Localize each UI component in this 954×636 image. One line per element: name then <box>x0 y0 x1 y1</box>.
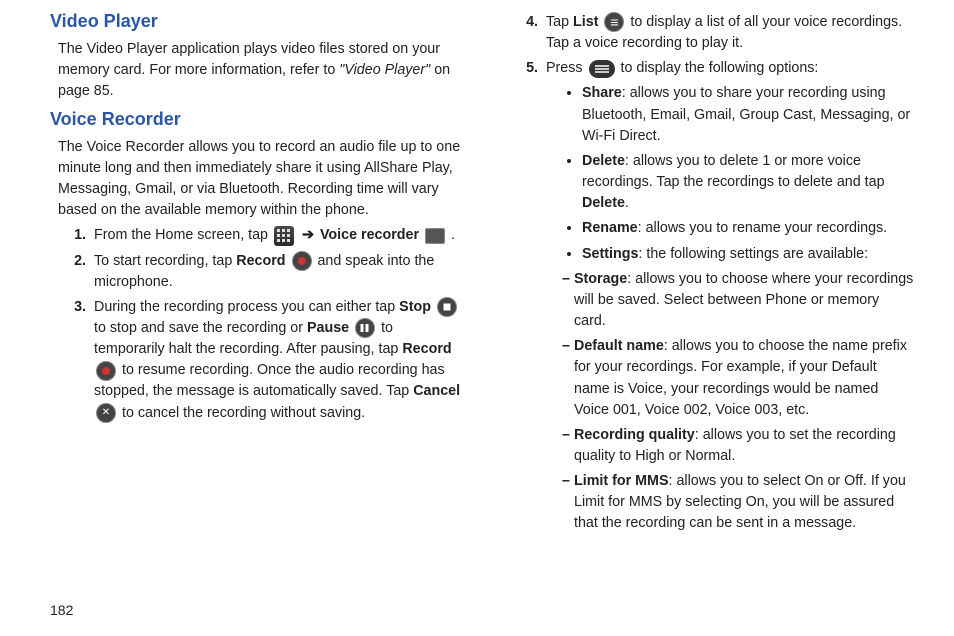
page: Video Player The Video Player applicatio… <box>0 0 954 636</box>
option-settings: Settings: the following settings are ava… <box>582 244 914 535</box>
voice-recorder-app-icon <box>425 228 445 244</box>
text: During the recording process you can eit… <box>94 299 399 315</box>
options-list: Share: allows you to share your recordin… <box>546 83 914 534</box>
left-column: Video Player The Video Player applicatio… <box>50 8 462 626</box>
arrow-icon: ➔ <box>302 227 314 243</box>
label-cancel: Cancel <box>413 383 460 399</box>
text: to resume recording. Once the audio reco… <box>94 362 445 399</box>
label-list: List <box>573 14 598 30</box>
step-4: Tap List to display a list of all your v… <box>542 12 914 54</box>
label-stop: Stop <box>399 299 431 315</box>
voice-recorder-desc: The Voice Recorder allows you to record … <box>58 137 462 222</box>
heading-video-player: Video Player <box>50 8 462 35</box>
pause-icon <box>355 318 375 338</box>
option-delete: Delete: allows you to delete 1 or more v… <box>582 151 914 214</box>
label-record: Record <box>236 253 285 269</box>
text: : allows you to share your recording usi… <box>582 85 910 143</box>
video-player-desc: The Video Player application plays video… <box>58 39 462 102</box>
step-1: From the Home screen, tap ➔ Voice record… <box>90 225 462 246</box>
label-recording-quality: Recording quality <box>574 427 695 443</box>
setting-limit-mms: Limit for MMS: allows you to select On o… <box>562 471 914 534</box>
label-record-resume: Record <box>402 341 451 357</box>
label-pause: Pause <box>307 320 349 336</box>
text: to stop and save the recording or <box>94 320 307 336</box>
label-rename: Rename <box>582 220 638 236</box>
step-2: To start recording, tap Record and speak… <box>90 251 462 293</box>
text: Press <box>546 60 587 76</box>
heading-voice-recorder: Voice Recorder <box>50 106 462 133</box>
label-storage: Storage <box>574 271 627 287</box>
steps-list-right: Tap List to display a list of all your v… <box>502 12 914 535</box>
stop-icon <box>437 297 457 317</box>
text: : allows you to delete 1 or more voice r… <box>582 153 885 190</box>
right-column: Tap List to display a list of all your v… <box>502 8 914 626</box>
record-icon <box>292 251 312 271</box>
text: Tap <box>546 14 573 30</box>
setting-storage: Storage: allows you to choose where your… <box>562 269 914 332</box>
label-default-name: Default name <box>574 338 664 354</box>
text: From the Home screen, tap <box>94 227 272 243</box>
text: to display a list of all your voice reco… <box>546 14 902 51</box>
label-voice-recorder: Voice recorder <box>320 227 419 243</box>
option-share: Share: allows you to share your recordin… <box>582 83 914 146</box>
text: : the following settings are available: <box>638 246 868 262</box>
apps-icon <box>274 226 294 246</box>
text: To start recording, tap <box>94 253 236 269</box>
record-icon <box>96 361 116 381</box>
page-number: 182 <box>50 602 73 618</box>
label-limit-mms: Limit for MMS <box>574 473 669 489</box>
text: to display the following options: <box>617 60 819 76</box>
ref-video-player: "Video Player" <box>339 62 430 78</box>
settings-sublist: Storage: allows you to choose where your… <box>562 269 914 535</box>
option-rename: Rename: allows you to rename your record… <box>582 218 914 239</box>
text: : allows you to rename your recordings. <box>638 220 888 236</box>
label-share: Share <box>582 85 622 101</box>
menu-icon <box>589 60 615 78</box>
setting-recording-quality: Recording quality: allows you to set the… <box>562 425 914 467</box>
list-icon <box>604 12 624 32</box>
label-delete-action: Delete <box>582 195 625 211</box>
step-3: During the recording process you can eit… <box>90 297 462 424</box>
setting-default-name: Default name: allows you to choose the n… <box>562 336 914 421</box>
text: to cancel the recording without saving. <box>118 405 365 421</box>
cancel-icon <box>96 403 116 423</box>
label-delete: Delete <box>582 153 625 169</box>
step-5: Press to display the following options: … <box>542 58 914 534</box>
label-settings: Settings <box>582 246 638 262</box>
steps-list-left: From the Home screen, tap ➔ Voice record… <box>50 225 462 423</box>
